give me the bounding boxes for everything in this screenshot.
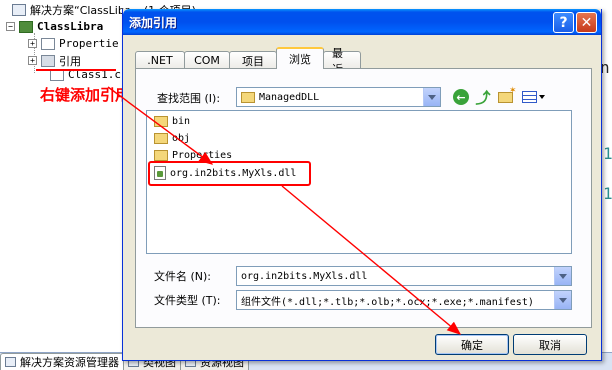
folder-icon xyxy=(154,115,168,127)
editor-line-number: 1 xyxy=(603,184,612,203)
back-arrow-icon: ← xyxy=(453,89,469,105)
file-name: bin xyxy=(172,115,191,127)
tab-projects[interactable]: 项目 xyxy=(229,51,277,69)
tab-recent[interactable]: 最近 xyxy=(323,47,361,76)
look-in-label: 查找范围 (I): xyxy=(157,92,221,105)
help-icon: ? xyxy=(559,14,568,31)
dialog-title-bar[interactable]: 添加引用 ? ✕ xyxy=(123,9,601,35)
cancel-button[interactable]: 取消 xyxy=(513,334,587,355)
annotation-underline xyxy=(36,69,116,71)
folder-icon xyxy=(154,149,168,161)
csharp-project-icon xyxy=(19,20,33,33)
reference-tabs: .NET COM 项目 浏览 最近 xyxy=(135,47,361,76)
folder-icon xyxy=(241,91,255,103)
file-type-dropdown[interactable]: 组件文件(*.dll;*.tlb;*.olb;*.ocx;*.exe;*.man… xyxy=(236,290,572,310)
properties-icon xyxy=(41,37,55,50)
ok-button[interactable]: 确定 xyxy=(435,334,509,355)
chevron-down-icon[interactable] xyxy=(554,267,571,285)
chevron-down-icon[interactable] xyxy=(554,291,571,309)
solution-explorer-icon xyxy=(5,357,16,367)
look-in-value: ManagedDLL xyxy=(259,91,320,103)
file-name-value: org.in2bits.MyXls.dll xyxy=(241,270,368,282)
editor-line-number: 1 xyxy=(603,144,612,163)
help-button[interactable]: ? xyxy=(553,12,574,33)
solution-icon xyxy=(12,3,26,16)
file-item-bin[interactable]: bin xyxy=(154,113,190,129)
highlight-box xyxy=(148,161,311,186)
back-button[interactable]: ← xyxy=(451,87,471,107)
folder-icon xyxy=(154,132,168,144)
new-folder-icon xyxy=(497,86,516,103)
tree-item-label: Propertie xyxy=(59,37,119,50)
dialog-title: 添加引用 xyxy=(129,15,178,30)
expand-icon[interactable]: + xyxy=(28,56,37,65)
tab-browse[interactable]: 浏览 xyxy=(276,47,324,69)
look-in-dropdown[interactable]: ManagedDLL xyxy=(236,87,441,107)
project-name: ClassLibra xyxy=(37,20,104,33)
file-name: obj xyxy=(172,132,191,144)
file-name-label: 文件名 (N): xyxy=(154,270,212,283)
tab-solution-explorer[interactable]: 解决方案资源管理器 xyxy=(0,352,124,370)
expand-icon[interactable]: + xyxy=(28,39,37,48)
file-name: Properties xyxy=(172,149,233,161)
solution-explorer: 解决方案“ClassLibr… (1 个项目) − ClassLibra + P… xyxy=(0,0,196,370)
add-reference-dialog: 添加引用 ? ✕ .NET COM 项目 浏览 最近 查找范围 (I): Man… xyxy=(122,9,602,361)
references-icon xyxy=(41,54,55,67)
new-folder-button[interactable] xyxy=(495,86,516,107)
project-node[interactable]: − ClassLibra xyxy=(6,18,103,35)
collapse-icon[interactable]: − xyxy=(6,22,15,31)
chevron-down-icon[interactable] xyxy=(423,88,440,106)
view-list-icon xyxy=(521,91,537,103)
up-folder-button[interactable]: ⤴ xyxy=(474,87,492,107)
file-name-input[interactable]: org.in2bits.MyXls.dll xyxy=(236,266,572,286)
file-type-value: 组件文件(*.dll;*.tlb;*.olb;*.ocx;*.exe;*.man… xyxy=(241,296,534,308)
file-type-label: 文件类型 (T): xyxy=(154,294,221,307)
tab-net[interactable]: .NET xyxy=(135,51,185,69)
views-menu-button[interactable] xyxy=(519,87,547,107)
annotation-text: 右键添加引用 xyxy=(40,86,131,104)
tab-com[interactable]: COM xyxy=(184,51,230,69)
file-item-obj[interactable]: obj xyxy=(154,130,190,146)
dropdown-arrow-icon xyxy=(538,95,545,99)
tree-item-properties[interactable]: + Propertie xyxy=(28,35,119,52)
close-icon: ✕ xyxy=(580,14,593,31)
close-button[interactable]: ✕ xyxy=(576,12,597,33)
up-folder-icon: ⤴ xyxy=(475,88,491,107)
